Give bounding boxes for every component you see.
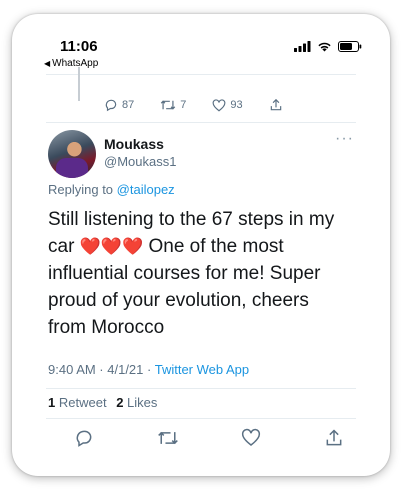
replying-to-handle-link[interactable]: @tailopez — [117, 182, 175, 197]
battery-icon — [338, 41, 362, 52]
back-app-label: WhatsApp — [52, 58, 99, 69]
wifi-icon — [318, 42, 331, 52]
thread-connector-line — [78, 67, 80, 101]
user-handle[interactable]: @Moukass1 — [104, 154, 176, 169]
tweet-actions — [74, 428, 344, 452]
cellular-signal-icon — [294, 41, 311, 52]
reply-icon — [105, 99, 117, 112]
more-options-icon[interactable]: ··· — [335, 130, 354, 148]
previous-tweet-actions: 87 7 93 — [104, 94, 344, 116]
timestamp[interactable]: 9:40 AM · 4/1/21 · — [48, 362, 155, 377]
reply-count: 87 — [122, 99, 135, 111]
tweet-stats: 1 Retweet 2 Likes — [48, 395, 163, 410]
reply-action[interactable]: 87 — [104, 94, 134, 116]
share-icon[interactable] — [324, 428, 344, 448]
back-triangle-icon: ◀ — [44, 59, 51, 68]
tweet-meta: 9:40 AM · 4/1/21 · Twitter Web App — [48, 362, 249, 377]
avatar[interactable] — [48, 130, 96, 178]
reply-icon[interactable] — [74, 428, 94, 448]
retweets-count: 1 — [48, 395, 56, 410]
display-name[interactable]: Moukass — [104, 136, 164, 152]
retweets-label: Retweet — [58, 395, 107, 410]
retweets-stat[interactable]: 1 Retweet — [48, 395, 113, 410]
retweet-action[interactable]: 7 — [160, 94, 186, 116]
heart-icon[interactable] — [241, 428, 261, 447]
likes-count: 2 — [116, 395, 124, 410]
share-action[interactable] — [269, 94, 287, 116]
heart-icon — [212, 98, 226, 111]
source-link[interactable]: Twitter Web App — [155, 362, 249, 377]
stats-divider-bottom — [46, 418, 356, 419]
system-icons — [294, 41, 362, 52]
stats-divider-top — [46, 388, 356, 389]
back-to-app-link[interactable]: ◀ WhatsApp — [44, 58, 98, 69]
like-count: 93 — [230, 99, 243, 111]
replying-to-prefix: Replying to — [48, 182, 114, 197]
phone-screen: 11:06 ◀ WhatsApp 87 7 93 Moukass @Moukas… — [12, 14, 390, 476]
replying-to: Replying to @tailopez — [48, 182, 175, 197]
section-divider — [46, 122, 356, 123]
retweet-icon[interactable] — [157, 428, 179, 448]
like-action[interactable]: 93 — [212, 94, 243, 116]
tweet-text: Still listening to the 67 steps in my ca… — [48, 206, 348, 341]
avatar-figure — [56, 158, 88, 178]
share-icon — [270, 98, 281, 111]
retweet-count: 7 — [180, 99, 187, 111]
likes-label: Likes — [127, 395, 158, 410]
likes-stat[interactable]: 2 Likes — [116, 395, 163, 410]
retweet-icon — [161, 100, 176, 110]
status-bar: 11:06 ◀ WhatsApp — [12, 14, 390, 69]
clock: 11:06 — [60, 38, 98, 55]
top-divider — [46, 74, 356, 75]
heart-emoji-icons: ❤️❤️❤️ — [79, 237, 144, 256]
